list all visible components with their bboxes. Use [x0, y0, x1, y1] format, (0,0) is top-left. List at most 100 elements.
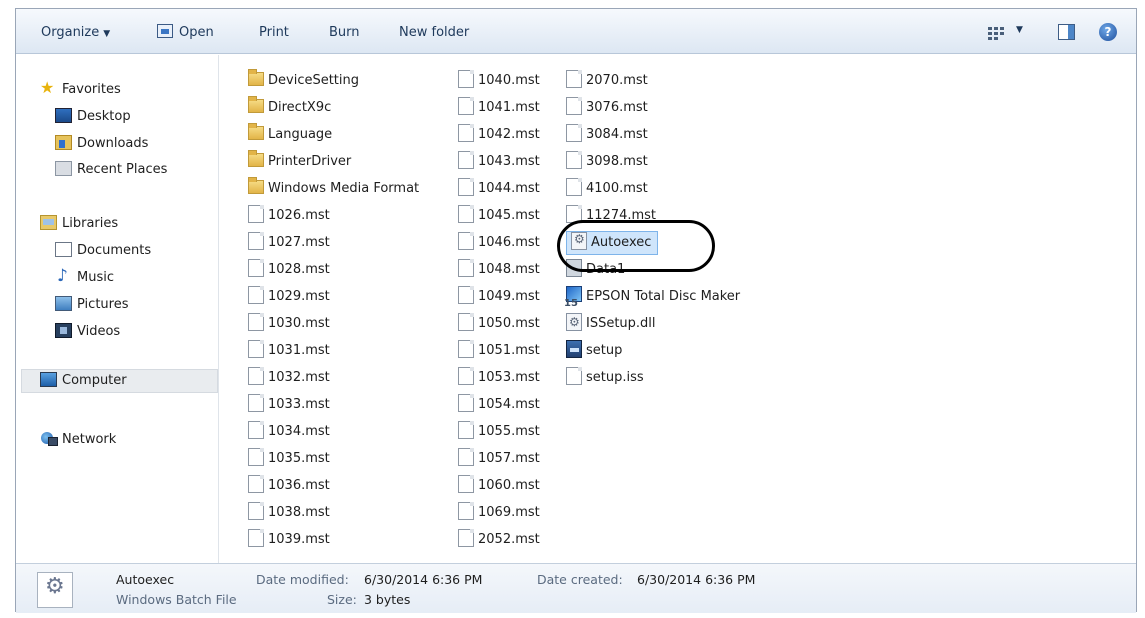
print-button[interactable]: Print — [259, 23, 289, 43]
file-item-1038-mst[interactable]: 1038.mst — [248, 499, 419, 526]
nav-libraries-label: Libraries — [62, 216, 119, 231]
file-item-devicesetting[interactable]: DeviceSetting — [248, 67, 419, 94]
file-list: DeviceSetting DirectX9c Language PrinterDri… — [220, 55, 1136, 563]
file-item-windows-media-format[interactable]: Windows Media Format — [248, 175, 419, 202]
file-item-1036-mst[interactable]: 1036.mst — [248, 472, 419, 499]
file-item-1027-mst[interactable]: 1027.mst — [248, 229, 419, 256]
file-item-1026-mst[interactable]: 1026.mst — [248, 202, 419, 229]
file-icon — [248, 313, 264, 331]
file-column-2: 1040.mst 1041.mst 1042.mst 1043.mst 1044.mst… — [458, 67, 540, 553]
file-name-label: 1044.mst — [478, 181, 540, 196]
file-item-autoexec[interactable]: Autoexec — [566, 228, 740, 256]
nav-videos[interactable]: Videos — [55, 321, 120, 343]
views-icon[interactable] — [988, 27, 1004, 40]
file-item-1069-mst[interactable]: 1069.mst — [458, 499, 540, 526]
views-dropdown-arrow-icon[interactable]: ▼ — [1016, 25, 1023, 35]
file-item-2070-mst[interactable]: 2070.mst — [566, 67, 740, 94]
help-icon[interactable]: ? — [1099, 23, 1117, 41]
file-name-label: Language — [268, 127, 333, 142]
file-name-label: 1039.mst — [268, 532, 330, 547]
file-item-3076-mst[interactable]: 3076.mst — [566, 94, 740, 121]
file-item-1046-mst[interactable]: 1046.mst — [458, 229, 540, 256]
file-item-3084-mst[interactable]: 3084.mst — [566, 121, 740, 148]
selected-file-highlight[interactable]: Autoexec — [566, 228, 659, 255]
nav-libraries[interactable]: Libraries — [40, 213, 118, 235]
batch-file-thumbnail-icon — [37, 572, 73, 608]
nav-favorites-label: Favorites — [62, 82, 121, 97]
file-item-1051-mst[interactable]: 1051.mst — [458, 337, 540, 364]
file-name-label: 1053.mst — [478, 370, 540, 385]
nav-network[interactable]: Network — [40, 429, 116, 451]
file-item-epson-total-disc-maker[interactable]: EPSON Total Disc Maker — [564, 283, 740, 317]
file-item-printerdriver[interactable]: PrinterDriver — [248, 148, 419, 175]
file-item-1029-mst[interactable]: 1029.mst — [248, 283, 419, 310]
nav-recent-places-label: Recent Places — [77, 162, 168, 177]
file-item-1040-mst[interactable]: 1040.mst — [458, 67, 540, 94]
open-button[interactable]: Open — [157, 23, 214, 43]
file-item-1053-mst[interactable]: 1053.mst — [458, 364, 540, 391]
preview-pane-icon[interactable] — [1058, 24, 1075, 40]
nav-downloads[interactable]: Downloads — [55, 133, 148, 155]
file-item-11274-mst[interactable]: 11274.mst — [566, 202, 740, 229]
file-icon — [248, 232, 264, 250]
data-icon — [566, 259, 582, 277]
nav-computer[interactable]: Computer — [40, 370, 127, 392]
file-item-1041-mst[interactable]: 1041.mst — [458, 94, 540, 121]
file-item-language[interactable]: Language — [248, 121, 419, 148]
file-item-issetup-dll[interactable]: ISSetup.dll — [566, 309, 740, 337]
file-item-1039-mst[interactable]: 1039.mst — [248, 526, 419, 553]
file-item-1050-mst[interactable]: 1050.mst — [458, 310, 540, 337]
file-icon — [458, 340, 474, 358]
burn-button[interactable]: Burn — [329, 23, 360, 43]
file-item-setup[interactable]: setup — [566, 337, 740, 364]
recent-places-icon — [55, 161, 72, 176]
nav-desktop[interactable]: Desktop — [55, 106, 131, 128]
file-item-1028-mst[interactable]: 1028.mst — [248, 256, 419, 283]
file-item-1045-mst[interactable]: 1045.mst — [458, 202, 540, 229]
nav-music[interactable]: Music — [55, 265, 114, 289]
file-item-data1[interactable]: Data1 — [566, 256, 740, 283]
file-icon — [458, 232, 474, 250]
file-name-label: 1034.mst — [268, 424, 330, 439]
nav-music-label: Music — [77, 270, 114, 285]
file-item-setup-iss[interactable]: setup.iss — [566, 364, 740, 391]
file-item-4100-mst[interactable]: 4100.mst — [566, 175, 740, 202]
file-item-2052-mst[interactable]: 2052.mst — [458, 526, 540, 553]
file-icon — [248, 502, 264, 520]
file-item-1033-mst[interactable]: 1033.mst — [248, 391, 419, 418]
nav-pictures-label: Pictures — [77, 297, 129, 312]
file-item-1048-mst[interactable]: 1048.mst — [458, 256, 540, 283]
file-icon — [458, 529, 474, 547]
file-item-1030-mst[interactable]: 1030.mst — [248, 310, 419, 337]
file-icon — [458, 70, 474, 88]
file-item-1034-mst[interactable]: 1034.mst — [248, 418, 419, 445]
file-item-1049-mst[interactable]: 1049.mst — [458, 283, 540, 310]
file-item-directx9c[interactable]: DirectX9c — [248, 94, 419, 121]
nav-pictures[interactable]: Pictures — [55, 294, 128, 316]
file-icon — [458, 421, 474, 439]
file-item-1035-mst[interactable]: 1035.mst — [248, 445, 419, 472]
nav-documents[interactable]: Documents — [55, 240, 151, 262]
file-item-1032-mst[interactable]: 1032.mst — [248, 364, 419, 391]
file-item-1060-mst[interactable]: 1060.mst — [458, 472, 540, 499]
new-folder-button[interactable]: New folder — [399, 23, 469, 43]
file-name-label: 11274.mst — [586, 208, 657, 223]
file-icon — [458, 151, 474, 169]
file-item-3098-mst[interactable]: 3098.mst — [566, 148, 740, 175]
organize-button[interactable]: Organize ▼ — [41, 23, 110, 43]
network-icon — [40, 431, 58, 446]
file-item-1043-mst[interactable]: 1043.mst — [458, 148, 540, 175]
nav-recent-places[interactable]: Recent Places — [55, 159, 167, 181]
pictures-icon — [55, 296, 72, 311]
file-item-1055-mst[interactable]: 1055.mst — [458, 418, 540, 445]
file-item-1054-mst[interactable]: 1054.mst — [458, 391, 540, 418]
file-item-1044-mst[interactable]: 1044.mst — [458, 175, 540, 202]
gear-icon — [566, 309, 582, 336]
file-icon — [248, 394, 264, 412]
nav-favorites[interactable]: Favorites — [40, 77, 121, 101]
file-name-label: 1033.mst — [268, 397, 330, 412]
file-item-1031-mst[interactable]: 1031.mst — [248, 337, 419, 364]
file-item-1057-mst[interactable]: 1057.mst — [458, 445, 540, 472]
file-name-label: 3076.mst — [586, 100, 648, 115]
file-item-1042-mst[interactable]: 1042.mst — [458, 121, 540, 148]
